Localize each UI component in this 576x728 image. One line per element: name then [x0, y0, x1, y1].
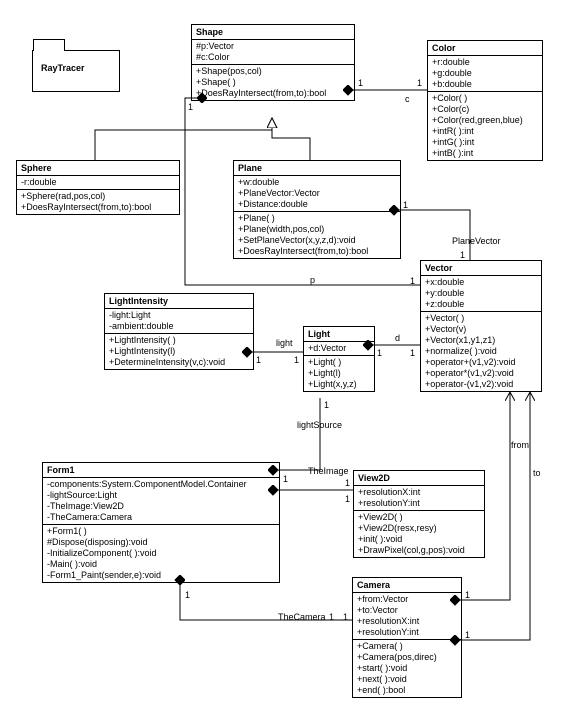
lbl-theimage: TheImage: [308, 466, 349, 476]
class-view2d-name: View2D: [354, 471, 484, 486]
class-sphere-attrs: -r:double: [17, 176, 179, 190]
lbl-to: to: [533, 468, 541, 478]
class-light: Light +d:Vector +Light( ) +Light(l) +Lig…: [303, 326, 375, 392]
lbl-from: from: [511, 440, 529, 450]
class-sphere: Sphere -r:double +Sphere(rad,pos,col) +D…: [16, 160, 180, 215]
class-plane: Plane +w:double +PlaneVector:Vector +Dis…: [233, 160, 401, 259]
class-lightintensity-ops: +LightIntensity( ) +LightIntensity(l) +D…: [105, 334, 253, 369]
package-raytracer: RayTracer: [32, 50, 120, 92]
class-color-ops: +Color( ) +Color(c) +Color(red,green,blu…: [428, 92, 542, 160]
class-form1-attrs: -components:System.ComponentModel.Contai…: [43, 478, 279, 525]
lbl-one: 1: [324, 400, 329, 410]
class-plane-name: Plane: [234, 161, 400, 176]
class-lightintensity-name: LightIntensity: [105, 294, 253, 309]
class-view2d-ops: +View2D( ) +View2D(resx,resy) +init( ):v…: [354, 511, 484, 557]
lbl-c: c: [405, 94, 410, 104]
class-vector: Vector +x:double +y:double +z:double +Ve…: [420, 260, 542, 392]
class-camera-name: Camera: [353, 578, 461, 593]
lbl-one: 1: [345, 494, 350, 504]
class-vector-ops: +Vector( ) +Vector(v) +Vector(x1,y1,z1) …: [421, 312, 541, 391]
class-view2d-attrs: +resolutionX:int +resolutionY:int: [354, 486, 484, 511]
class-vector-name: Vector: [421, 261, 541, 276]
class-light-name: Light: [304, 327, 374, 342]
lbl-planevector: PlaneVector: [452, 236, 501, 246]
lbl-light: light: [276, 338, 293, 348]
package-name: RayTracer: [33, 51, 119, 85]
class-light-ops: +Light( ) +Light(l) +Light(x,y,z): [304, 356, 374, 391]
lbl-one: 1: [465, 630, 470, 640]
class-lightintensity: LightIntensity -light:Light -ambient:dou…: [104, 293, 254, 370]
lbl-one: 1: [256, 355, 261, 365]
class-camera-attrs: +from:Vector +to:Vector +resolutionX:int…: [353, 593, 461, 640]
class-lightintensity-attrs: -light:Light -ambient:double: [105, 309, 253, 334]
lbl-one: 1: [185, 590, 190, 600]
class-color-name: Color: [428, 41, 542, 56]
class-camera: Camera +from:Vector +to:Vector +resoluti…: [352, 577, 462, 698]
class-plane-attrs: +w:double +PlaneVector:Vector +Distance:…: [234, 176, 400, 212]
lbl-d: d: [395, 333, 400, 343]
lbl-one: 1: [403, 200, 408, 210]
class-camera-ops: +Camera( ) +Camera(pos,direc) +start( ):…: [353, 640, 461, 697]
class-plane-ops: +Plane( ) +Plane(width,pos,col) +SetPlan…: [234, 212, 400, 258]
lbl-one: 1: [465, 590, 470, 600]
class-view2d: View2D +resolutionX:int +resolutionY:int…: [353, 470, 485, 558]
class-form1-ops: +Form1( ) #Dispose(disposing):void -Init…: [43, 525, 279, 582]
lbl-lightsource: lightSource: [297, 420, 342, 430]
lbl-thecamera: TheCamera: [278, 612, 326, 622]
lbl-one: 1: [410, 276, 415, 286]
class-shape: Shape #p:Vector #c:Color +Shape(pos,col)…: [191, 24, 355, 101]
class-vector-attrs: +x:double +y:double +z:double: [421, 276, 541, 312]
class-form1: Form1 -components:System.ComponentModel.…: [42, 462, 280, 583]
class-sphere-ops: +Sphere(rad,pos,col) +DoesRayIntersect(f…: [17, 190, 179, 214]
lbl-one: 1: [294, 355, 299, 365]
lbl-one: 1: [358, 78, 363, 88]
lbl-one: 1: [417, 78, 422, 88]
class-shape-attrs: #p:Vector #c:Color: [192, 40, 354, 65]
class-sphere-name: Sphere: [17, 161, 179, 176]
lbl-one: 1: [188, 102, 193, 112]
lbl-one: 1: [410, 348, 415, 358]
class-color-attrs: +r:double +g:double +b:double: [428, 56, 542, 92]
class-color: Color +r:double +g:double +b:double +Col…: [427, 40, 543, 161]
class-form1-name: Form1: [43, 463, 279, 478]
class-shape-ops: +Shape(pos,col) +Shape( ) +DoesRayInters…: [192, 65, 354, 100]
lbl-one: 1: [345, 478, 350, 488]
class-light-attrs: +d:Vector: [304, 342, 374, 356]
lbl-one: 1: [343, 612, 348, 622]
lbl-one: 1: [377, 348, 382, 358]
lbl-one: 1: [329, 612, 334, 622]
lbl-p: p: [310, 275, 315, 285]
lbl-one: 1: [460, 250, 465, 260]
lbl-one: 1: [283, 474, 288, 484]
package-tab: [33, 39, 65, 51]
class-shape-name: Shape: [192, 25, 354, 40]
